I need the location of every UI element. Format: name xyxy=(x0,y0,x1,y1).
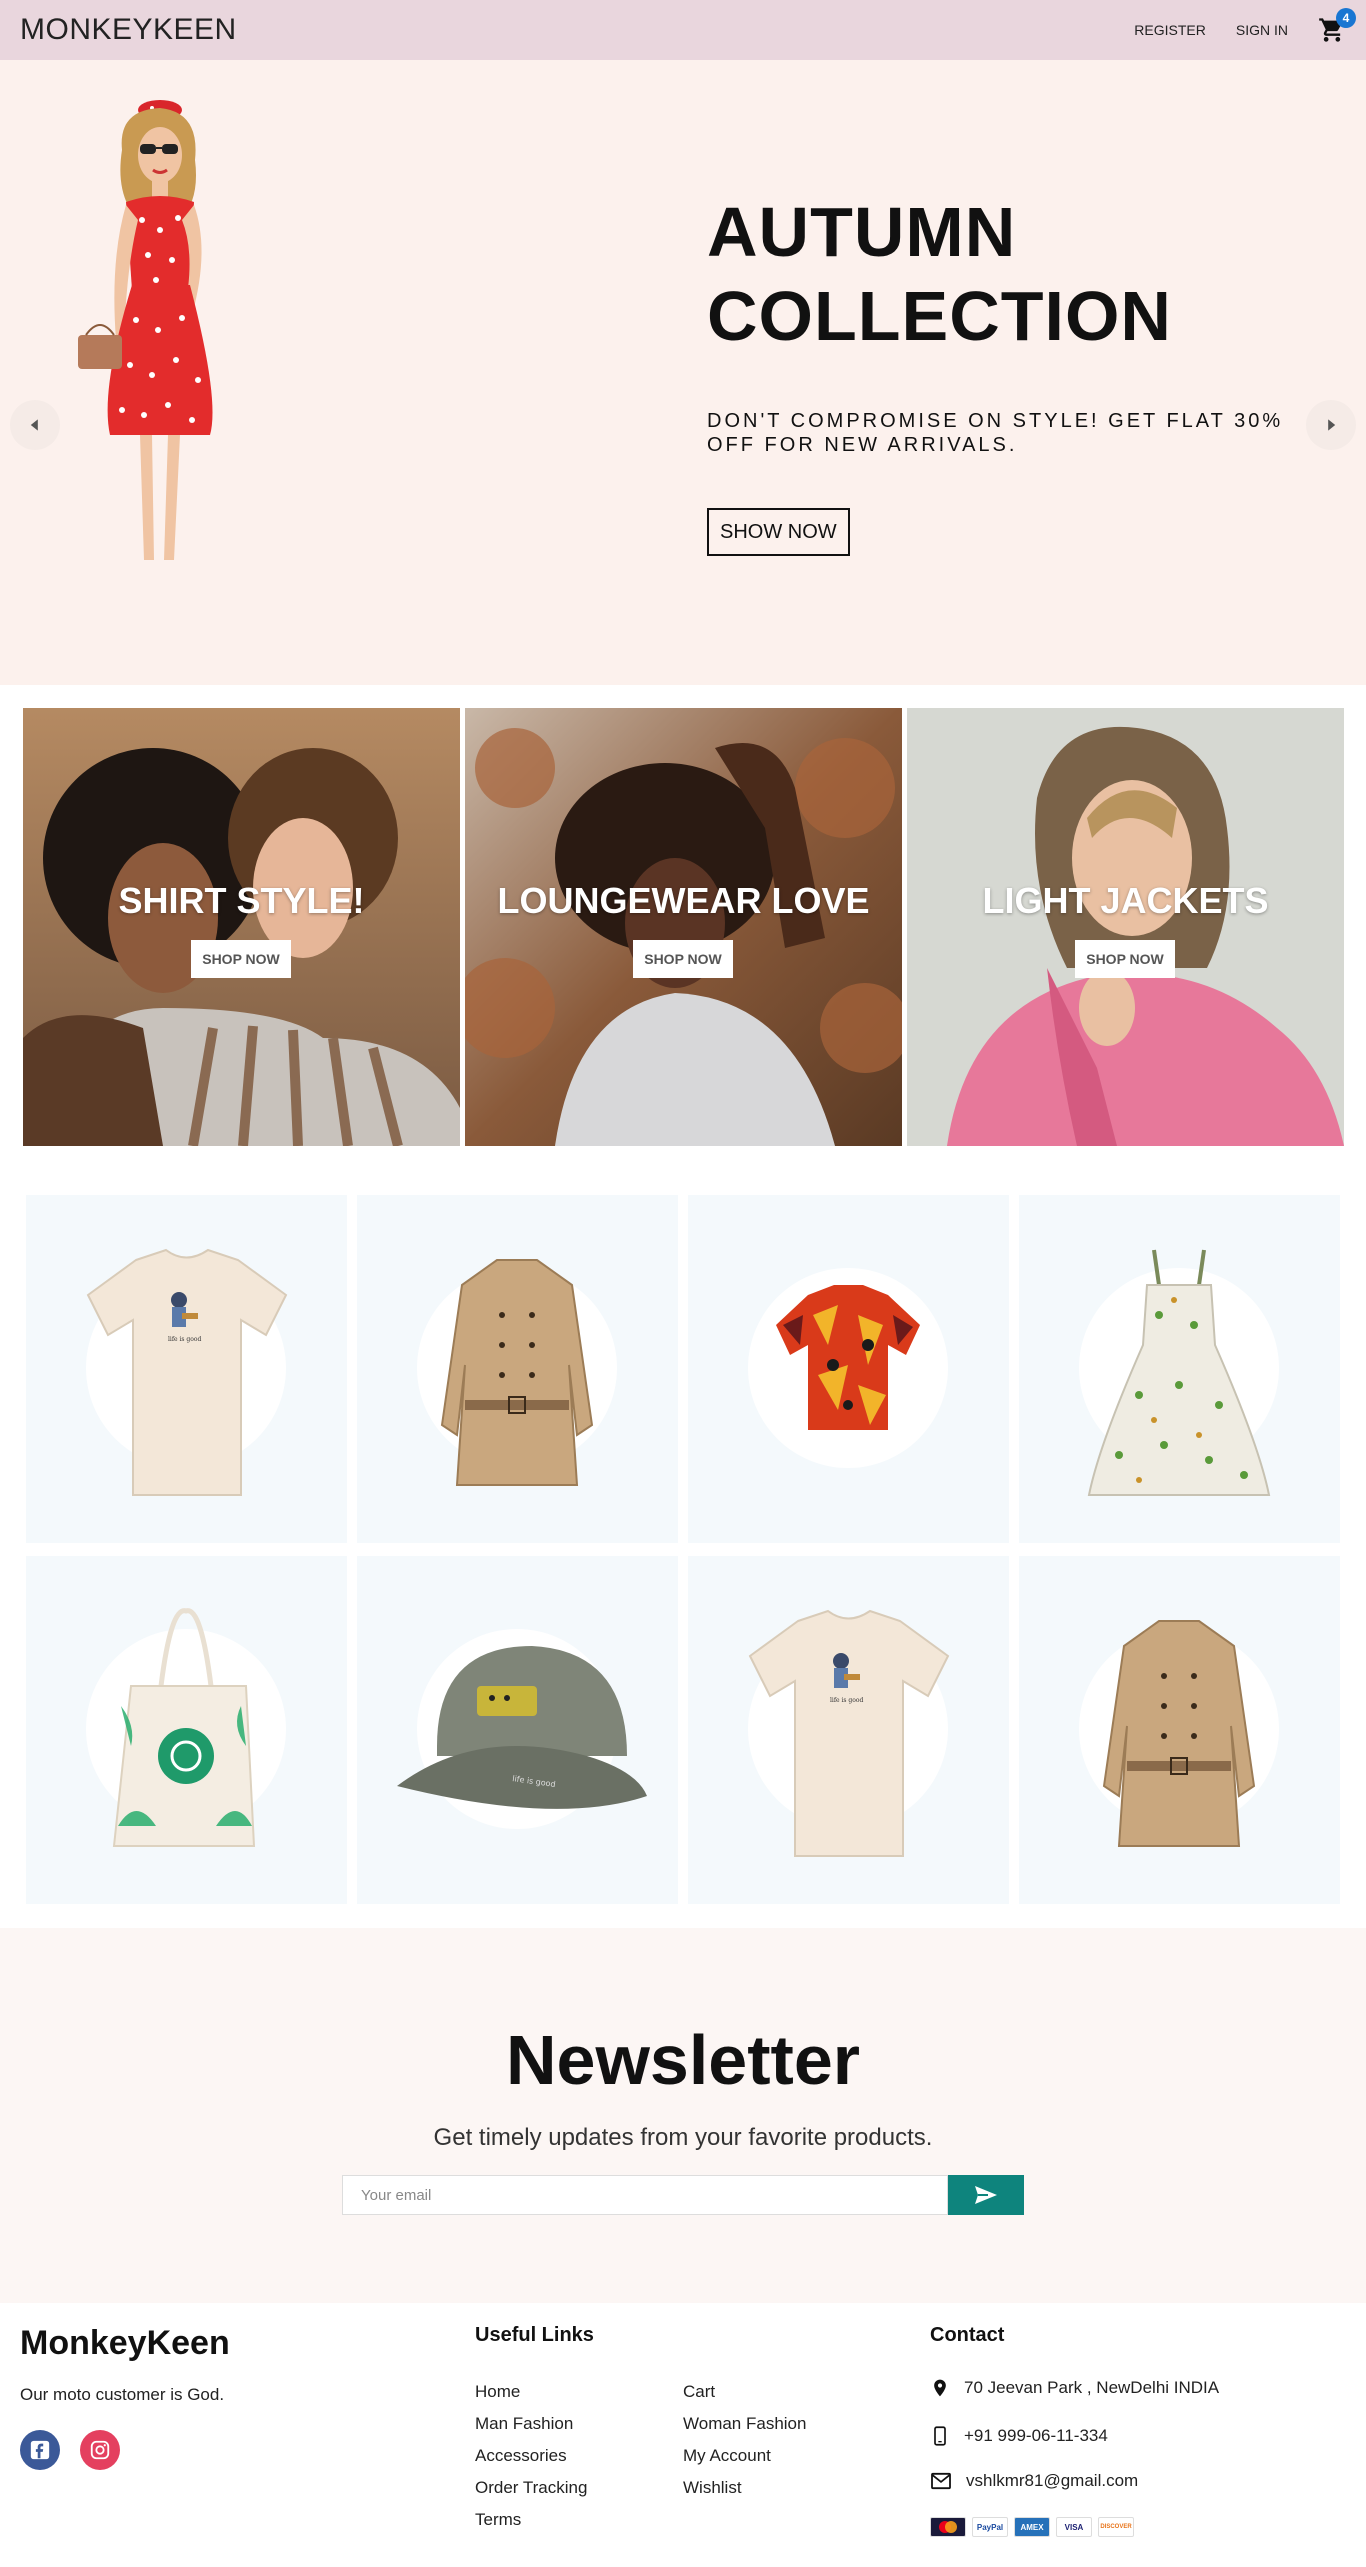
useful-links-title: Useful Links xyxy=(475,2324,594,2346)
product-card[interactable]: life is good xyxy=(688,1556,1009,1904)
category-card-jackets[interactable]: LIGHT JACKETS SHOP NOW xyxy=(907,708,1344,1146)
hero-model-image xyxy=(60,90,260,565)
footer-link-wishlist[interactable]: Wishlist xyxy=(683,2472,806,2504)
footer-link-man-fashion[interactable]: Man Fashion xyxy=(475,2408,587,2440)
product-card[interactable]: life is good xyxy=(26,1195,347,1543)
footer-brand: MonkeyKeen xyxy=(20,2324,230,2362)
arrow-left-icon xyxy=(30,419,38,431)
category-image xyxy=(23,708,460,1146)
dress-icon xyxy=(1087,1249,1271,1496)
footer-links-col1: Home Man Fashion Accessories Order Track… xyxy=(475,2376,587,2536)
sign-in-link[interactable]: SIGN IN xyxy=(1236,22,1288,38)
category-title: LOUNGEWEAR LOVE xyxy=(497,880,870,921)
show-now-button[interactable]: SHOW NOW xyxy=(707,508,850,556)
navbar: MONKEYKEEN REGISTER SIGN IN 4 xyxy=(0,0,1366,60)
footer-link-my-account[interactable]: My Account xyxy=(683,2440,806,2472)
category-card-shirt[interactable]: SHIRT STYLE! SHOP NOW xyxy=(23,708,460,1146)
contact-title: Contact xyxy=(930,2324,1005,2346)
footer-description: Our moto customer is God. xyxy=(20,2385,225,2404)
email-text: vshlkmr81@gmail.com xyxy=(966,2471,1139,2490)
email-icon xyxy=(931,2472,951,2490)
phone-text: +91 999-06-11-334 xyxy=(964,2426,1108,2445)
amex-icon: AMEX xyxy=(1014,2517,1050,2537)
t-shirt-icon: life is good xyxy=(86,1248,288,1496)
mastercard-icon xyxy=(930,2517,966,2537)
contact-email: vshlkmr81@gmail.com xyxy=(930,2471,1138,2491)
nav-menu: REGISTER SIGN IN 4 xyxy=(1134,8,1356,44)
svg-text:life is good: life is good xyxy=(830,1697,863,1704)
footer-link-woman-fashion[interactable]: Woman Fashion xyxy=(683,2408,806,2440)
category-image xyxy=(465,708,902,1146)
category-title: SHIRT STYLE! xyxy=(118,880,365,921)
footer-link-order-tracking[interactable]: Order Tracking xyxy=(475,2472,587,2504)
register-link[interactable]: REGISTER xyxy=(1134,22,1206,38)
newsletter-description: Get timely updates from your favorite pr… xyxy=(433,2124,933,2151)
tote-bag-icon xyxy=(112,1608,256,1847)
shop-now-button[interactable]: SHOP NOW xyxy=(633,940,733,978)
cart-button[interactable]: 4 xyxy=(1318,8,1356,44)
cart-count-badge: 4 xyxy=(1336,8,1356,28)
logo[interactable]: MONKEYKEEN xyxy=(20,13,237,47)
footer-link-home[interactable]: Home xyxy=(475,2376,587,2408)
phone-icon xyxy=(934,2426,946,2446)
arrow-right-icon xyxy=(1328,419,1336,431)
footer: MonkeyKeen Our moto customer is God. Use… xyxy=(0,2303,1366,2567)
category-card-loungewear[interactable]: LOUNGEWEAR LOVE SHOP NOW xyxy=(465,708,902,1146)
hero-description: DON'T COMPROMISE ON STYLE! GET FLAT 30% … xyxy=(707,410,1284,456)
slider-next-button[interactable] xyxy=(1306,400,1356,450)
newsletter-title: Newsletter xyxy=(505,2021,861,2099)
product-card[interactable] xyxy=(688,1195,1009,1543)
location-pin-icon xyxy=(934,2379,946,2397)
product-card[interactable]: life is good xyxy=(357,1556,678,1904)
hawaiian-shirt-icon xyxy=(776,1285,920,1430)
discover-icon: DISCOVER xyxy=(1098,2517,1134,2537)
newsletter-section: Newsletter Get timely updates from your … xyxy=(0,1928,1366,2303)
product-card[interactable] xyxy=(26,1556,347,1904)
contact-address: 70 Jeevan Park , NewDelhi INDIA xyxy=(930,2377,1219,2399)
paypal-icon: PayPal xyxy=(972,2517,1008,2537)
product-card[interactable] xyxy=(1019,1195,1340,1543)
shop-now-button[interactable]: SHOP NOW xyxy=(191,940,291,978)
instagram-link[interactable] xyxy=(80,2430,120,2470)
visa-icon: VISA xyxy=(1056,2517,1092,2537)
cap-icon: life is good xyxy=(397,1646,647,1809)
footer-links-col2: Cart Woman Fashion My Account Wishlist xyxy=(683,2376,806,2504)
footer-link-cart[interactable]: Cart xyxy=(683,2376,806,2408)
payment-methods: PayPal AMEX VISA DISCOVER xyxy=(930,2517,1134,2537)
subscribe-button[interactable] xyxy=(948,2175,1024,2215)
footer-link-terms[interactable]: Terms xyxy=(475,2504,587,2536)
instagram-icon xyxy=(90,2440,110,2460)
svg-text:life is good: life is good xyxy=(168,1336,201,1343)
trench-coat-icon xyxy=(1102,1620,1256,1847)
product-card[interactable] xyxy=(357,1195,678,1543)
category-image xyxy=(907,708,1344,1146)
email-input[interactable] xyxy=(342,2175,948,2215)
hero-slider: AUTUMN COLLECTION DON'T COMPROMISE ON ST… xyxy=(0,60,1366,685)
facebook-link[interactable] xyxy=(20,2430,60,2470)
hero-title: AUTUMN COLLECTION xyxy=(707,193,1172,355)
footer-link-accessories[interactable]: Accessories xyxy=(475,2440,587,2472)
slider-prev-button[interactable] xyxy=(10,400,60,450)
product-card[interactable] xyxy=(1019,1556,1340,1904)
address-text: 70 Jeevan Park , NewDelhi INDIA xyxy=(964,2378,1220,2397)
t-shirt-icon: life is good xyxy=(748,1609,950,1857)
category-title: LIGHT JACKETS xyxy=(982,880,1269,921)
facebook-icon xyxy=(30,2440,50,2460)
shop-now-button[interactable]: SHOP NOW xyxy=(1075,940,1175,978)
send-icon xyxy=(975,2186,997,2204)
trench-coat-icon xyxy=(440,1259,594,1486)
contact-phone: +91 999-06-11-334 xyxy=(930,2424,1108,2448)
